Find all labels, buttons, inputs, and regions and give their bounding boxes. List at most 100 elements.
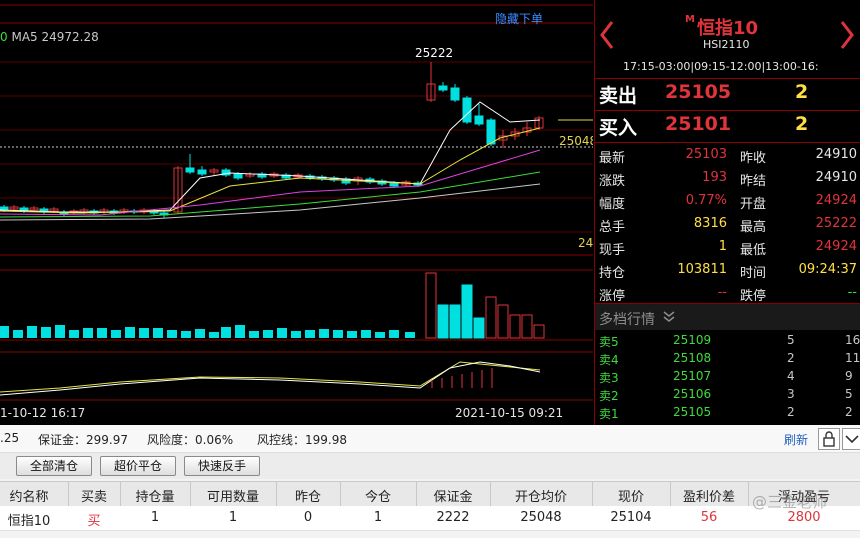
volume-bar (13, 330, 23, 338)
stat-value: 24910 (815, 147, 857, 162)
depth-label: 卖1 (599, 407, 619, 421)
stat-value: 25222 (815, 216, 857, 231)
table-cell: 1 (373, 510, 383, 525)
balance-fragment: .25 (0, 431, 20, 445)
volume-bar (449, 304, 461, 339)
depth-row[interactable]: 卖1 25105 2 2 (595, 403, 860, 421)
column-header[interactable]: 盈利价差 (670, 486, 748, 505)
stat-value: -- (847, 285, 857, 300)
stat-label: 时间 (740, 266, 767, 281)
action-button-row: 全部清仓 超价平仓 快速反手 (0, 453, 860, 479)
bid-row[interactable]: 买入 25101 2 (595, 111, 860, 141)
contract-name: 恒指10 (696, 18, 759, 39)
ask-row[interactable]: 卖出 25105 2 (595, 79, 860, 109)
volume-bar (69, 330, 79, 338)
column-header[interactable]: 买卖 (68, 486, 120, 505)
depth-volume: 2 (787, 405, 795, 419)
depth-label: 卖4 (599, 353, 619, 367)
candle-body (185, 167, 195, 173)
column-header[interactable]: 开仓均价 (490, 486, 592, 505)
close-over-price-button[interactable]: 超价平仓 (100, 456, 176, 476)
volume-bar (437, 304, 449, 339)
volume-bar (221, 327, 231, 338)
depth-extra: 16 (845, 333, 860, 347)
stat-value: 24910 (815, 170, 857, 185)
depth-volume: 2 (787, 351, 795, 365)
volume-bar (473, 317, 485, 339)
stat-label: 开盘 (740, 197, 767, 212)
depth-price: 25109 (673, 333, 712, 347)
volume-bar (83, 328, 93, 338)
depth-row[interactable]: 卖5 25109 5 16 (595, 331, 860, 349)
bid-price: 25101 (665, 113, 732, 135)
depth-price: 25107 (673, 369, 712, 383)
column-divider (68, 482, 69, 506)
previous-contract-icon[interactable] (599, 20, 615, 50)
close-all-button[interactable]: 全部清仓 (16, 456, 92, 476)
candle-body (438, 85, 448, 91)
column-header[interactable]: 可用数量 (190, 486, 276, 505)
partial-axis-label: 24 (578, 236, 593, 250)
column-header[interactable]: 持仓量 (120, 486, 190, 505)
table-cell: 25104 (610, 510, 652, 525)
trading-hours: 17:15-03:00|09:15-12:00|13:00-16: (623, 60, 819, 73)
column-header[interactable]: 现价 (592, 486, 670, 505)
volume-bar (209, 332, 219, 338)
refresh-link[interactable]: 刷新 (784, 431, 808, 448)
depth-row[interactable]: 卖2 25106 3 5 (595, 385, 860, 403)
volume-bar (41, 327, 51, 338)
column-divider (670, 482, 671, 506)
column-header[interactable]: 约名称 (0, 486, 58, 505)
contract-title: M 恒指10 (685, 14, 758, 40)
end-date-label: 2021-10-15 09:21 (455, 406, 564, 420)
table-cell: 1 (228, 510, 238, 525)
volume-bar (125, 327, 135, 338)
stat-value: 1 (718, 239, 727, 254)
volume-bar (97, 328, 107, 338)
volume-bar (27, 326, 37, 338)
depth-volume: 5 (787, 333, 795, 347)
volume-bar (153, 328, 163, 338)
table-row[interactable]: 恒指10 买 1 1 0 1 2222 25048 25104 56 2800 (0, 506, 860, 531)
collapse-button[interactable] (842, 428, 860, 450)
stat-value: 193 (702, 170, 727, 185)
lock-button[interactable] (818, 428, 840, 450)
kline-chart-area[interactable]: 隐藏下单 0 MA5 24972.28 25222 25048 24 1-10-… (0, 0, 593, 425)
column-header[interactable]: 保证金 (416, 486, 490, 505)
hide-order-link[interactable]: 隐藏下单 (495, 10, 543, 27)
main-contract-badge: M (685, 14, 695, 25)
table-cell: 25048 (520, 510, 562, 525)
next-contract-icon[interactable] (839, 20, 855, 50)
risk-info: 风险度：0.06% (147, 433, 234, 447)
volume-bar (405, 332, 415, 338)
table-cell: 56 (700, 510, 718, 525)
depth-extra: 9 (845, 369, 853, 383)
volume-bar (167, 330, 177, 338)
volume-bar (139, 328, 149, 338)
volume-bar (195, 329, 205, 338)
candle-body (389, 182, 399, 187)
candle-body (462, 97, 472, 123)
column-divider (276, 482, 277, 506)
depth-volume: 3 (787, 387, 795, 401)
column-header[interactable]: 昨仓 (276, 486, 340, 505)
stat-label: 幅度 (599, 197, 626, 212)
risk-line-info: 风控线：199.98 (257, 433, 347, 447)
bid-volume: 2 (795, 113, 809, 135)
quick-reverse-button[interactable]: 快速反手 (184, 456, 260, 476)
ask-price: 25105 (665, 81, 732, 103)
depth-row[interactable]: 卖3 25107 4 9 (595, 367, 860, 385)
volume-bar (181, 331, 191, 338)
stat-value: 24924 (815, 193, 857, 208)
depth-row[interactable]: 卖4 25108 2 11 (595, 349, 860, 367)
depth-header[interactable]: 多档行情 (595, 304, 860, 330)
column-divider (120, 482, 121, 506)
stat-value: 0.77% (685, 193, 727, 208)
table-cell: 2222 (436, 510, 470, 525)
high-price-label: 25222 (415, 46, 454, 60)
column-divider (490, 482, 491, 506)
double-chevron-down-icon[interactable] (663, 311, 675, 323)
start-date-label: 1-10-12 16:17 (0, 406, 86, 420)
column-header[interactable]: 今仓 (340, 486, 416, 505)
volume-bar (389, 330, 399, 338)
